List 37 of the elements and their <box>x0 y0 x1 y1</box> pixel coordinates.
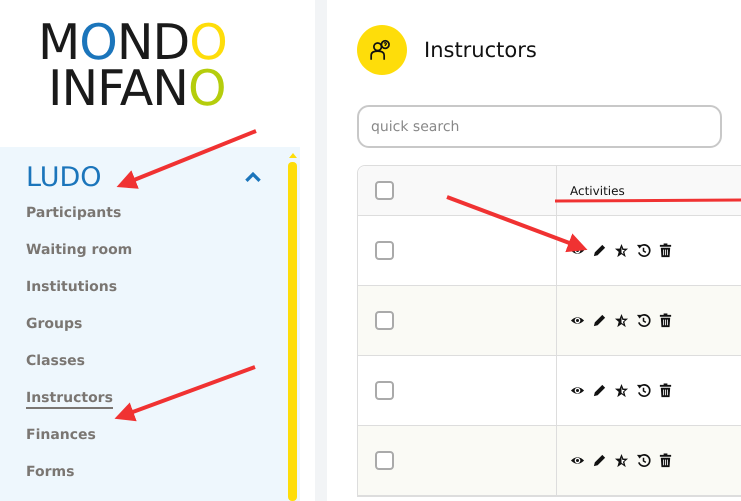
star-icon[interactable] <box>614 313 629 328</box>
chevron-up-icon[interactable] <box>244 172 262 182</box>
logo: MONDO INFANO <box>38 20 227 112</box>
history-icon[interactable] <box>636 383 651 398</box>
checkbox[interactable] <box>375 181 394 200</box>
trash-icon[interactable] <box>658 453 673 468</box>
checkbox[interactable] <box>375 311 394 330</box>
pencil-icon[interactable] <box>592 243 607 258</box>
sidebar-item[interactable]: Finances <box>26 427 96 444</box>
pencil-icon[interactable] <box>592 383 607 398</box>
pencil-icon[interactable] <box>592 313 607 328</box>
column-header[interactable]: Activities <box>570 184 625 198</box>
pencil-icon[interactable] <box>592 453 607 468</box>
sidebar-item[interactable]: Waiting room <box>26 242 132 259</box>
history-icon[interactable] <box>636 453 651 468</box>
trash-icon[interactable] <box>658 243 673 258</box>
sidebar-item[interactable]: Classes <box>26 353 86 370</box>
sidebar-item[interactable]: Groups <box>26 316 82 333</box>
instructors-icon <box>357 25 407 75</box>
history-icon[interactable] <box>636 243 651 258</box>
checkbox[interactable] <box>375 451 394 470</box>
star-icon[interactable] <box>614 383 629 398</box>
sidebar-item[interactable]: Instructors <box>26 390 113 409</box>
checkbox[interactable] <box>375 381 394 400</box>
trash-icon[interactable] <box>658 383 673 398</box>
page-title: Instructors <box>424 38 537 62</box>
history-icon[interactable] <box>636 313 651 328</box>
trash-icon[interactable] <box>658 313 673 328</box>
sidebar-item[interactable]: Participants <box>26 205 122 222</box>
star-icon[interactable] <box>614 243 629 258</box>
scrollbar[interactable] <box>288 153 297 501</box>
search-field[interactable]: quick search <box>357 105 722 148</box>
sidebar-item[interactable]: Institutions <box>26 279 118 296</box>
checkbox[interactable] <box>375 241 394 260</box>
star-icon[interactable] <box>614 453 629 468</box>
sidebar-item[interactable]: Forms <box>26 464 74 481</box>
section-title[interactable]: LUDO <box>26 162 102 192</box>
